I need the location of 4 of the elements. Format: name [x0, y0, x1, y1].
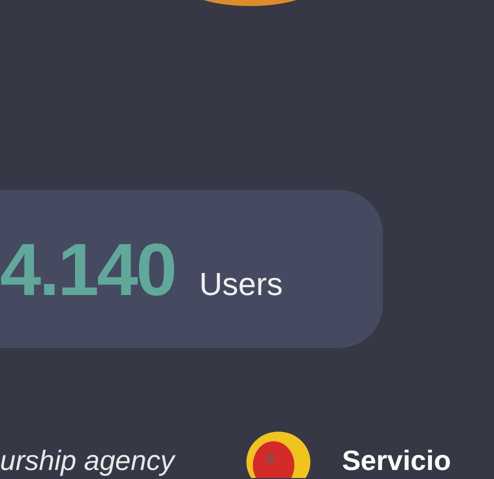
user-count-label: Users — [199, 266, 283, 303]
brand-name: Servicio — [342, 444, 451, 478]
tagline: urship agency — [0, 444, 177, 478]
user-count: 4.140 — [0, 230, 176, 310]
